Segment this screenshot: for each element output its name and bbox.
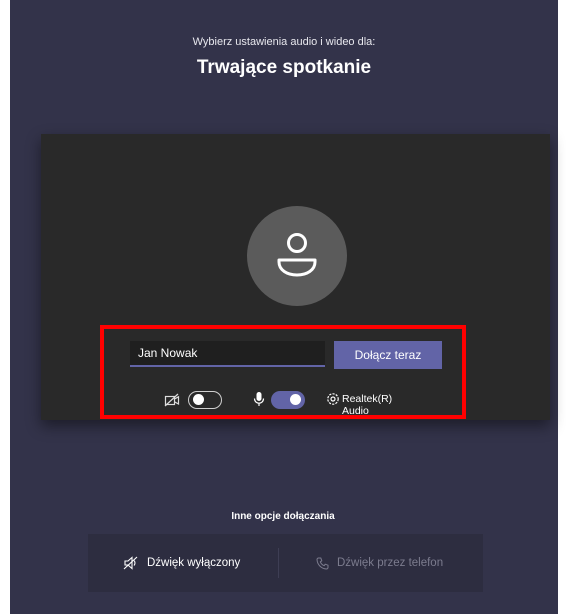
other-options-panel: Dźwięk wyłączony Dźwięk przez telefon — [88, 534, 483, 592]
audio-device-label[interactable]: Realtek(R) Audio — [342, 393, 392, 417]
person-icon — [277, 233, 317, 277]
phone-audio-option[interactable]: Dźwięk przez telefon — [316, 534, 443, 592]
camera-off-icon — [164, 393, 180, 412]
phone-audio-label: Dźwięk przez telefon — [337, 557, 444, 569]
speaker-off-icon — [123, 556, 138, 570]
divider — [278, 548, 279, 578]
microphone-toggle[interactable] — [271, 391, 305, 409]
camera-toggle[interactable] — [188, 391, 222, 409]
meeting-subtitle: Wybierz ustawienia audio i wideo dla: — [192, 36, 376, 48]
microphone-icon — [253, 391, 265, 412]
name-input[interactable] — [130, 341, 325, 367]
other-options-title: Inne opcje dołączania — [231, 511, 335, 522]
phone-icon — [316, 557, 329, 570]
meeting-title: Trwające spotkanie — [196, 57, 372, 78]
audio-off-label: Dźwięk wyłączony — [147, 557, 241, 569]
gear-icon[interactable] — [326, 392, 340, 411]
avatar — [247, 206, 347, 306]
join-now-button[interactable]: Dołącz teraz — [334, 341, 442, 369]
audio-off-option[interactable]: Dźwięk wyłączony — [123, 534, 240, 592]
